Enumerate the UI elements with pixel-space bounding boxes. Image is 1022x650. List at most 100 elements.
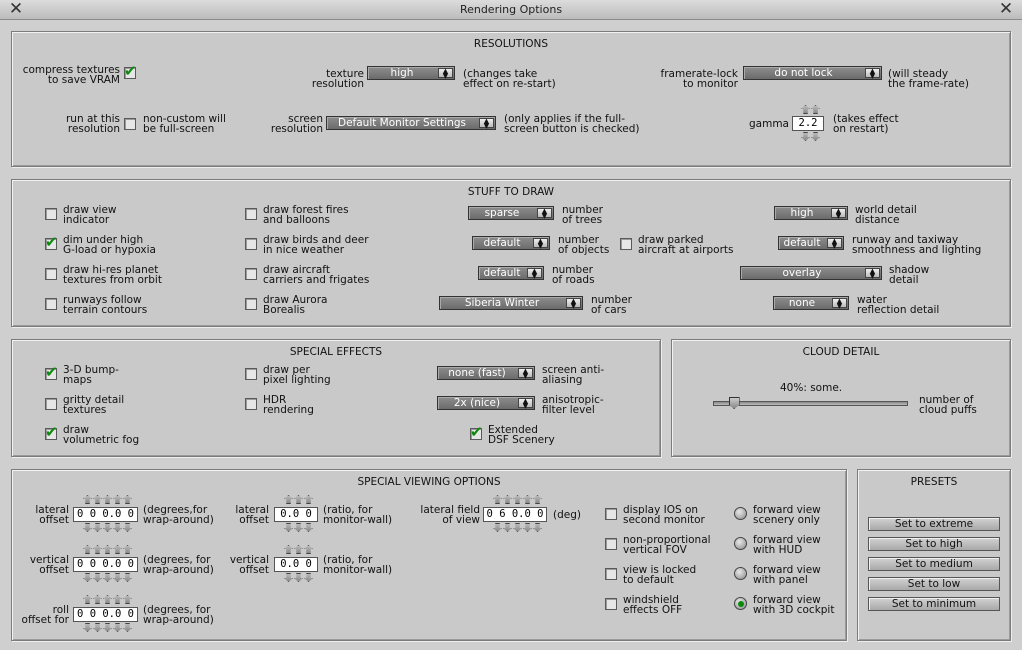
pixel-lighting-checkbox[interactable]	[245, 368, 257, 380]
texture-dropdown[interactable]: high ▲ ▼	[367, 66, 455, 80]
non-proportional-checkbox[interactable]	[605, 538, 617, 550]
gritty-detail-label: gritty detail textures	[63, 394, 125, 416]
roads-label: number of roads	[552, 264, 595, 286]
check-icon: ✔	[45, 233, 58, 251]
hires-planet-checkbox[interactable]	[45, 268, 57, 280]
forest-fires-label: draw forest fires and balloons	[263, 204, 349, 226]
screen-dropdown[interactable]: Default Monitor Settings ▲ ▼	[326, 116, 496, 130]
lateral-ratio-label: lateral offset	[235, 504, 269, 526]
roll-offset-down-arrows[interactable]	[83, 623, 132, 632]
gamma-up-arrows[interactable]	[801, 105, 820, 114]
runway-smoothness-dropdown[interactable]: default ▲ ▼	[778, 236, 844, 250]
cloud-puffs-label: number of cloud puffs	[919, 394, 977, 416]
runways-follow-checkbox[interactable]	[45, 298, 57, 310]
shadow-label: shadow detail	[889, 264, 930, 286]
display-ios-checkbox[interactable]	[605, 508, 617, 520]
lateral-ratio-down-arrows[interactable]	[284, 523, 313, 532]
volumetric-fog-checkbox[interactable]: ✔	[45, 423, 58, 441]
vertical-ratio-up-arrows[interactable]	[284, 545, 313, 554]
preset-extreme-button[interactable]: Set to extreme	[868, 517, 1000, 531]
vertical-ratio-down-arrows[interactable]	[284, 573, 313, 582]
radio-3d-cockpit[interactable]	[734, 597, 747, 610]
radio-with-hud[interactable]	[734, 537, 747, 550]
fov-down-arrows[interactable]	[493, 523, 542, 532]
trees-dropdown[interactable]: sparse ▲ ▼	[468, 206, 554, 220]
screen-note: (only applies if the full-screen button …	[504, 113, 640, 135]
view-indicator-checkbox[interactable]	[45, 208, 57, 220]
chevron-icon: ▲ ▼	[518, 398, 533, 410]
gamma-label: gamma	[749, 118, 789, 130]
cars-dropdown[interactable]: Siberia Winter ▲ ▼	[439, 296, 583, 310]
chevron-icon: ▲ ▼	[831, 208, 846, 220]
compress-label: compress textures to save VRAM	[22, 64, 120, 86]
vertical-offset-down-arrows[interactable]	[83, 573, 132, 582]
vertical-ratio-label: vertical offset	[229, 554, 269, 576]
gamma-note: (takes effect on restart)	[833, 113, 899, 135]
screen-label: screen resolution	[270, 113, 323, 135]
fov-up-arrows[interactable]	[493, 495, 542, 504]
check-icon: ✔	[45, 363, 58, 381]
roll-offset-field[interactable]: 0 0 0.0 0	[73, 607, 138, 622]
vertical-ratio-field[interactable]: 0.0 0	[274, 557, 318, 572]
lateral-offset-field[interactable]: 0 0 0.0 0	[73, 507, 138, 522]
chevron-icon: ▲ ▼	[537, 208, 552, 220]
framerate-dropdown[interactable]: do not lock ▲ ▼	[743, 66, 882, 80]
radio-with-panel[interactable]	[734, 567, 747, 580]
carriers-label: draw aircraft carriers and frigates	[263, 264, 370, 286]
radio-selected-icon	[737, 600, 744, 607]
lateral-ratio-field[interactable]: 0.0 0	[274, 507, 318, 522]
view-locked-checkbox[interactable]	[605, 568, 617, 580]
parked-aircraft-checkbox[interactable]	[620, 238, 632, 250]
anisotropic-dropdown[interactable]: 2x (nice) ▲ ▼	[437, 396, 535, 410]
preset-medium-button[interactable]: Set to medium	[868, 557, 1000, 571]
lateral-offset-up-arrows[interactable]	[83, 495, 132, 504]
carriers-checkbox[interactable]	[245, 268, 257, 280]
preset-low-button[interactable]: Set to low	[868, 577, 1000, 591]
anisotropic-label: anisotropic-filter level	[542, 394, 604, 416]
hdr-checkbox[interactable]	[245, 398, 257, 410]
water-dropdown[interactable]: none ▲ ▼	[773, 296, 849, 310]
radio-3d-cockpit-label: forward view with 3D cockpit	[753, 594, 835, 616]
cloud-slider-track[interactable]	[713, 401, 908, 406]
compress-checkbox[interactable]: ✔	[124, 64, 137, 79]
lateral-ratio-up-arrows[interactable]	[284, 495, 313, 504]
check-icon: ✔	[45, 423, 58, 441]
aurora-checkbox[interactable]	[245, 298, 257, 310]
presets-panel: PRESETS	[857, 469, 1011, 641]
runat-label: run at this resolution	[65, 113, 120, 135]
radio-with-hud-label: forward view with HUD	[753, 534, 821, 556]
windshield-label: windshield effects OFF	[623, 594, 683, 616]
dim-gload-checkbox[interactable]: ✔	[45, 233, 58, 251]
bump-maps-checkbox[interactable]: ✔	[45, 363, 58, 381]
birds-deer-checkbox[interactable]	[245, 238, 257, 250]
hires-planet-label: draw hi-res planet textures from orbit	[63, 264, 162, 286]
chevron-icon: ▲ ▼	[832, 298, 847, 310]
vertical-offset-up-arrows[interactable]	[83, 545, 132, 554]
check-icon: ✔	[470, 423, 483, 441]
anti-aliasing-dropdown[interactable]: none (fast) ▲ ▼	[437, 366, 535, 380]
gamma-down-arrows[interactable]	[801, 132, 820, 141]
cloud-title: CLOUD DETAIL	[802, 346, 880, 358]
bump-maps-label: 3-D bump-maps	[63, 364, 119, 386]
preset-high-button[interactable]: Set to high	[868, 537, 1000, 551]
gamma-field[interactable]: 2.2	[792, 116, 824, 131]
close-icon-right[interactable]: ✕	[996, 0, 1016, 20]
shadow-dropdown[interactable]: overlay ▲ ▼	[740, 266, 882, 280]
roads-dropdown[interactable]: default ▲ ▼	[478, 266, 544, 280]
fov-field[interactable]: 0 6 0.0 0	[483, 507, 547, 522]
preset-minimum-button[interactable]: Set to minimum	[868, 597, 1000, 611]
runat-checkbox[interactable]	[124, 118, 136, 130]
anti-aliasing-label: screen anti-aliasing	[542, 364, 605, 386]
world-detail-dropdown[interactable]: high ▲ ▼	[774, 206, 848, 220]
chevron-icon: ▲ ▼	[533, 238, 548, 250]
extended-dsf-checkbox[interactable]: ✔	[470, 423, 483, 441]
objects-dropdown[interactable]: default ▲ ▼	[472, 236, 550, 250]
forest-fires-checkbox[interactable]	[245, 208, 257, 220]
lateral-offset-down-arrows[interactable]	[83, 523, 132, 532]
roll-offset-up-arrows[interactable]	[83, 595, 132, 604]
vertical-offset-field[interactable]: 0 0 0.0 0	[73, 557, 138, 572]
cars-label: number of cars	[591, 294, 632, 316]
radio-scenery-only[interactable]	[734, 507, 747, 520]
gritty-detail-checkbox[interactable]	[45, 398, 57, 410]
windshield-checkbox[interactable]	[605, 598, 617, 610]
